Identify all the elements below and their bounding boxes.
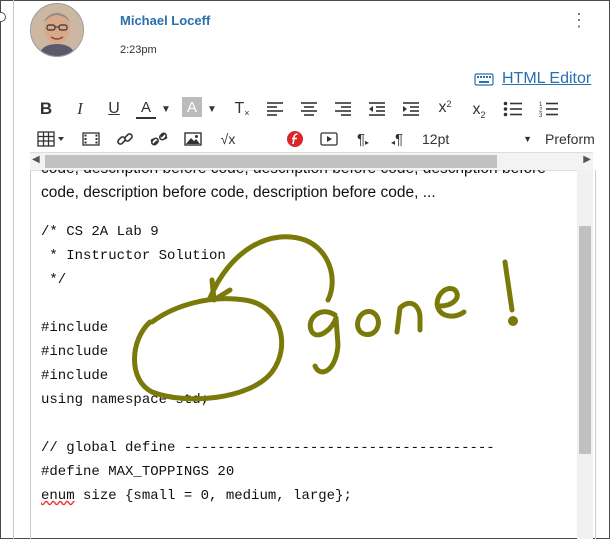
editor-body[interactable]: code, description before code, descripti… <box>30 170 596 539</box>
table-icon <box>37 131 64 147</box>
font-size-select[interactable]: 12pt ▼ <box>422 127 532 151</box>
format-select[interactable]: Preform <box>545 127 607 151</box>
subscript-button[interactable]: x2 <box>468 98 490 122</box>
flash-icon <box>287 131 303 147</box>
indent-icon <box>403 102 419 116</box>
code-line: #define MAX_TOPPINGS 20 <box>41 464 235 480</box>
more-options-icon[interactable]: ⋮ <box>570 10 588 30</box>
equation-button[interactable]: √x <box>216 127 240 151</box>
post-time: 2:23pm <box>120 44 157 56</box>
description-line-2: code, description before code, descripti… <box>41 184 436 201</box>
chevron-down-icon: ▼ <box>523 134 532 144</box>
author-name[interactable]: Michael Loceff <box>120 13 210 28</box>
keyboard-icon <box>474 73 494 86</box>
code-line: #include <box>41 344 109 360</box>
horizontal-scrollbar[interactable]: ◀ ▶ <box>30 152 593 171</box>
unlink-icon <box>150 132 168 146</box>
text-color-button[interactable]: A <box>136 97 156 119</box>
vertical-scroll-thumb[interactable] <box>579 226 591 454</box>
align-right-icon <box>335 102 351 116</box>
align-center-icon <box>301 102 317 116</box>
horizontal-scroll-thumb[interactable] <box>45 155 497 168</box>
bullet-list-icon <box>503 101 522 117</box>
rtl-button[interactable]: ◂ ¶ <box>386 127 408 151</box>
code-line: /* CS 2A Lab 9 <box>41 224 159 240</box>
misspelled-word[interactable]: enum <box>41 488 75 504</box>
align-right-button[interactable] <box>332 97 354 121</box>
image-icon <box>184 132 202 146</box>
html-editor-link[interactable]: HTML Editor <box>474 68 591 90</box>
indent-button[interactable] <box>400 97 422 121</box>
svg-text:3: 3 <box>539 113 543 117</box>
html-editor-label: HTML Editor <box>502 70 592 87</box>
video-icon <box>320 132 338 146</box>
code-line: // global define -----------------------… <box>41 440 495 456</box>
outdent-icon <box>369 102 385 116</box>
flash-button[interactable] <box>284 127 306 151</box>
vertical-scrollbar[interactable] <box>577 170 593 539</box>
code-line: #include <box>41 368 109 384</box>
numbered-list-button[interactable]: 123 <box>538 97 560 121</box>
align-center-button[interactable] <box>298 97 320 121</box>
ltr-button[interactable]: ¶ ▸ <box>352 127 374 151</box>
align-left-button[interactable] <box>264 97 286 121</box>
media-button[interactable] <box>80 127 102 151</box>
table-button[interactable] <box>36 127 68 151</box>
bold-button[interactable]: B <box>36 97 56 121</box>
bullet-list-button[interactable] <box>502 97 524 121</box>
clear-formatting-button[interactable]: T × <box>232 97 252 121</box>
media-icon <box>82 132 100 146</box>
unlink-button[interactable] <box>148 127 170 151</box>
video-button[interactable] <box>318 127 340 151</box>
underline-button[interactable]: U <box>104 97 124 121</box>
align-left-icon <box>267 102 283 116</box>
highlight-color-dropdown[interactable]: ▼ <box>206 97 218 121</box>
code-line: */ <box>41 272 67 288</box>
link-icon <box>117 133 133 145</box>
enum-rest: size {small = 0, medium, large}; <box>74 488 352 504</box>
description-line-1: code, description before code, descripti… <box>41 170 546 178</box>
code-line: #include <box>41 320 109 336</box>
avatar[interactable] <box>30 3 84 57</box>
text-color-dropdown[interactable]: ▼ <box>160 97 172 121</box>
numbered-list-icon: 123 <box>539 102 558 117</box>
link-button[interactable] <box>114 127 136 151</box>
scroll-right-icon[interactable]: ▶ <box>583 154 591 165</box>
highlight-color-button[interactable]: A <box>182 97 202 117</box>
code-line: * Instructor Solution <box>41 248 226 264</box>
format-value: Preform <box>545 131 595 147</box>
code-line: using namespace std; <box>41 392 210 408</box>
italic-button[interactable]: I <box>70 97 90 121</box>
thread-rule <box>13 0 14 539</box>
scroll-left-icon[interactable]: ◀ <box>32 154 40 165</box>
superscript-button[interactable]: x2 <box>434 96 456 120</box>
image-button[interactable] <box>182 127 204 151</box>
font-size-value: 12pt <box>422 131 450 147</box>
code-line-enum: enum size {small = 0, medium, large}; <box>41 488 352 504</box>
outdent-button[interactable] <box>366 97 388 121</box>
